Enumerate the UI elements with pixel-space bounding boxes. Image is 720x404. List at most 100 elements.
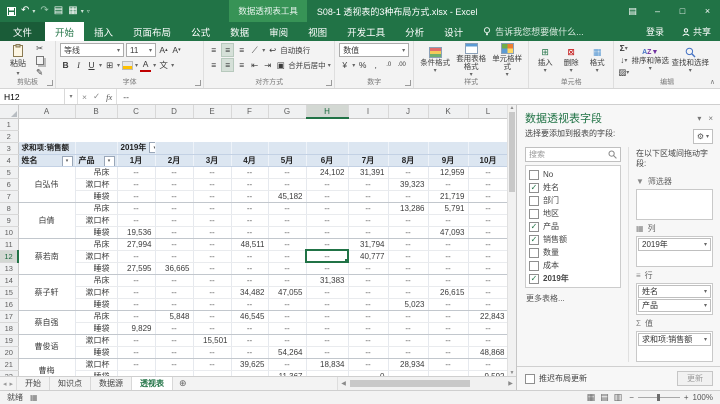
pivot-data-cell[interactable]: --	[348, 226, 388, 238]
pivot-data-cell[interactable]: --	[388, 226, 428, 238]
area-item-2019年[interactable]: 2019年▾	[638, 238, 711, 251]
conditional-formatting-button[interactable]: 条件格式 ▾	[418, 43, 452, 78]
pivot-data-cell[interactable]: --	[193, 262, 231, 274]
pivot-data-cell[interactable]: 21,719	[428, 190, 468, 202]
pivot-data-cell[interactable]: --	[468, 298, 507, 310]
pivot-data-cell[interactable]: 24,102	[306, 166, 348, 178]
pivot-data-cell[interactable]: --	[155, 286, 193, 298]
empty-cell[interactable]	[75, 130, 117, 142]
pivot-data-cell[interactable]: --	[468, 274, 507, 286]
pivot-data-cell[interactable]: --	[268, 166, 306, 178]
pivot-data-cell[interactable]: --	[193, 298, 231, 310]
pivot-data-cell[interactable]: --	[117, 166, 155, 178]
share-button[interactable]: 共享	[673, 22, 720, 41]
new-sheet-icon[interactable]: ⊕	[173, 377, 193, 390]
fill-color-icon[interactable]	[122, 59, 133, 71]
pivot-data-cell[interactable]: --	[117, 202, 155, 214]
pivot-data-cell[interactable]: --	[306, 214, 348, 226]
row-header-3[interactable]: 3	[0, 142, 18, 154]
pivot-data-cell[interactable]: --	[468, 322, 507, 334]
empty-cell[interactable]	[231, 130, 268, 142]
pivot-data-cell[interactable]: --	[306, 226, 348, 238]
area-item-dropdown-icon[interactable]: ▾	[704, 241, 707, 248]
row-header-21[interactable]: 21	[0, 358, 18, 370]
pivot-data-cell[interactable]: --	[193, 178, 231, 190]
row-header-5[interactable]: 5	[0, 166, 18, 178]
tab-公式[interactable]: 公式	[181, 22, 220, 41]
increase-decimal-icon[interactable]: .0	[383, 59, 394, 71]
pivot-data-cell[interactable]: --	[193, 322, 231, 334]
field-checkbox[interactable]	[529, 261, 539, 271]
pivot-data-cell[interactable]: 5,848	[155, 310, 193, 322]
pivot-data-cell[interactable]: 36,665	[155, 262, 193, 274]
phonetic-dropdown-icon[interactable]: ▾	[171, 62, 174, 69]
pivot-data-cell[interactable]: --	[193, 214, 231, 226]
pivot-data-cell[interactable]: 19,536	[117, 226, 155, 238]
empty-cell[interactable]	[231, 118, 268, 130]
pivot-data-cell[interactable]: --	[268, 358, 306, 370]
undo-icon[interactable]: ↶	[21, 6, 29, 16]
italic-icon[interactable]: I	[73, 59, 84, 71]
fill-icon[interactable]: ↓▾	[618, 55, 629, 66]
format-cells-button[interactable]: ▦ 格式 ▾	[585, 43, 609, 78]
maximize-icon[interactable]: □	[670, 0, 695, 22]
field-checkbox[interactable]	[529, 248, 539, 258]
row-header-7[interactable]: 7	[0, 190, 18, 202]
rows-area-box[interactable]: 姓名▾产品▾	[636, 283, 713, 315]
pivot-data-cell[interactable]: --	[155, 358, 193, 370]
pivot-data-cell[interactable]: --	[117, 310, 155, 322]
tab-开始[interactable]: 开始	[45, 22, 84, 41]
pivot-data-cell[interactable]: --	[155, 250, 193, 262]
pivot-data-cell[interactable]: --	[231, 166, 268, 178]
autosum-icon[interactable]: Σ▾	[618, 43, 629, 54]
alignment-dialog-launcher[interactable]	[326, 80, 332, 86]
number-dialog-launcher[interactable]	[405, 80, 411, 86]
merge-center-label[interactable]: 合并后居中	[288, 60, 326, 71]
pivot-data-cell[interactable]: --	[428, 322, 468, 334]
wrap-text-icon[interactable]: ↩	[267, 44, 278, 56]
empty-cell[interactable]	[468, 118, 507, 130]
column-header-H[interactable]: H	[306, 105, 348, 118]
number-format-combo[interactable]: 数值▾	[339, 43, 409, 57]
row-header-2[interactable]: 2	[0, 130, 18, 142]
field-checkbox[interactable]: ✓	[529, 235, 539, 245]
column-header-J[interactable]: J	[388, 105, 428, 118]
pivot-data-cell[interactable]: 31,383	[306, 274, 348, 286]
empty-cell[interactable]	[75, 118, 117, 130]
pivot-data-cell[interactable]: 45,182	[268, 190, 306, 202]
pivot-data-cell[interactable]: --	[155, 166, 193, 178]
area-item-产品[interactable]: 产品▾	[638, 299, 711, 312]
pivot-data-cell[interactable]: --	[231, 202, 268, 214]
pivot-data-cell[interactable]: --	[388, 286, 428, 298]
select-all-button[interactable]	[0, 105, 18, 118]
pivot-data-cell[interactable]: --	[306, 178, 348, 190]
pivot-data-cell[interactable]: --	[306, 202, 348, 214]
pivot-data-cell[interactable]: --	[306, 346, 348, 358]
pivot-data-cell[interactable]: --	[428, 298, 468, 310]
empty-cell[interactable]	[117, 130, 155, 142]
pivot-data-cell[interactable]: --	[348, 262, 388, 274]
pivot-data-cell[interactable]: 15,501	[193, 334, 231, 346]
pivot-data-cell[interactable]: --	[231, 214, 268, 226]
pivot-data-cell[interactable]: --	[468, 250, 507, 262]
pivot-data-cell[interactable]: --	[306, 190, 348, 202]
zoom-level[interactable]: 100%	[693, 393, 713, 402]
pivot-data-cell[interactable]: --	[155, 346, 193, 358]
pivot-data-cell[interactable]: --	[268, 178, 306, 190]
paste-button[interactable]: 粘贴 ▾	[4, 43, 32, 78]
pivot-data-cell[interactable]: --	[348, 358, 388, 370]
pivot-data-cell[interactable]: --	[268, 322, 306, 334]
pivot-data-cell[interactable]: --	[155, 202, 193, 214]
align-middle-icon[interactable]: ≡	[221, 43, 234, 57]
pivot-data-cell[interactable]: --	[348, 298, 388, 310]
vertical-scrollbar[interactable]: ▲ ▼	[507, 105, 516, 376]
horizontal-scrollbar[interactable]: ◀ ▶	[337, 377, 516, 390]
zoom-out-icon[interactable]: −	[629, 393, 634, 402]
area-item-dropdown-icon[interactable]: ▾	[704, 336, 707, 343]
pivot-data-cell[interactable]: --	[193, 250, 231, 262]
pivot-data-cell[interactable]: --	[155, 322, 193, 334]
pivot-data-cell[interactable]: --	[468, 190, 507, 202]
empty-cell[interactable]	[268, 118, 306, 130]
underline-icon[interactable]: U	[86, 59, 97, 71]
pivot-data-cell[interactable]: --	[348, 214, 388, 226]
